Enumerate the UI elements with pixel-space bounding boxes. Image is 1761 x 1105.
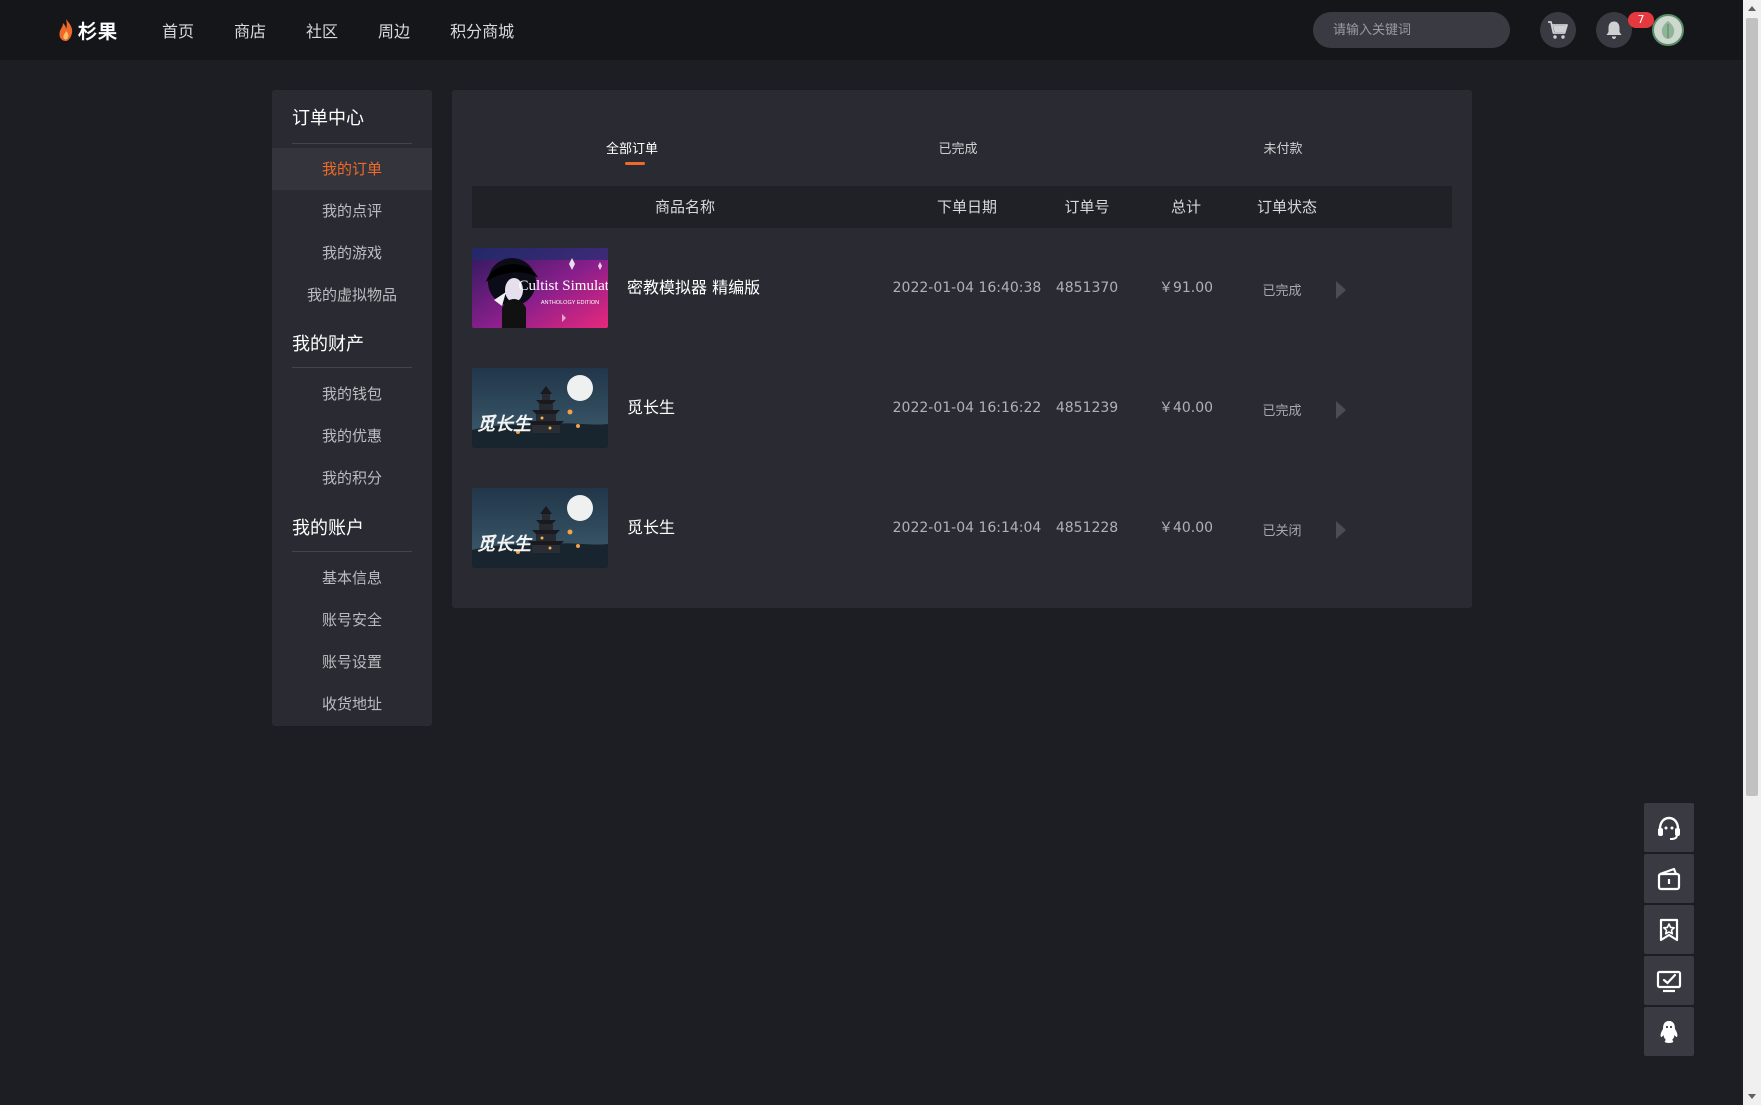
wallet-icon (1657, 867, 1681, 890)
sidebar-heading-order-center: 订单中心 (292, 108, 364, 129)
site-logo[interactable]: 杉果 (58, 16, 118, 44)
sidebar-item-my-reviews[interactable]: 我的点评 (272, 190, 432, 232)
orders-table-header: 商品名称 下单日期 订单号 总计 订单状态 (472, 186, 1452, 228)
order-row[interactable]: 觅长生 觅长生 2022-01-04 16:16:22 4851239 ￥40.… (472, 368, 1452, 448)
order-date: 2022-01-04 16:16:22 (892, 400, 1042, 416)
product-name[interactable]: 觅长生 (627, 488, 675, 568)
sidebar-item-my-virtual-items[interactable]: 我的虚拟物品 (272, 274, 432, 316)
search-box (1313, 12, 1510, 48)
qq-penguin-icon (1660, 1020, 1678, 1043)
order-status: 已完成 (1262, 404, 1302, 419)
thumbnail-title-text: 觅长生 (477, 534, 533, 555)
nav-store[interactable]: 商店 (234, 18, 266, 42)
favorites-button[interactable] (1644, 905, 1694, 954)
order-date: 2022-01-04 16:40:38 (892, 280, 1042, 296)
tab-completed[interactable]: 已完成 (938, 138, 977, 157)
user-avatar[interactable] (1652, 14, 1684, 46)
scrollbar-thumb[interactable] (1746, 18, 1758, 796)
sidebar-item-account-settings[interactable]: 账号设置 (272, 641, 432, 683)
tab-all-orders[interactable]: 全部订单 (606, 138, 658, 157)
wallet-button[interactable] (1644, 854, 1694, 903)
sidebar-item-my-points[interactable]: 我的积分 (272, 457, 432, 499)
customer-service-button[interactable] (1644, 803, 1694, 852)
monitor-check-icon (1656, 970, 1682, 992)
product-name[interactable]: 密教模拟器 精编版 (627, 248, 760, 328)
product-name[interactable]: 觅长生 (627, 368, 675, 448)
order-row[interactable]: Cultist Simulator ANTHOLOGY EDITION 密教模拟… (472, 248, 1452, 328)
order-total: ￥91.00 (1158, 280, 1214, 296)
column-header-order-no: 订单号 (1064, 198, 1110, 216)
column-header-status: 订单状态 (1256, 198, 1318, 216)
sidebar-item-account-security[interactable]: 账号安全 (272, 599, 432, 641)
notification-badge: 7 (1628, 12, 1654, 28)
column-header-total: 总计 (1170, 198, 1202, 216)
logo-text: 杉果 (78, 20, 119, 43)
cart-icon (1548, 21, 1568, 39)
tab-unpaid[interactable]: 未付款 (1263, 138, 1302, 157)
orders-panel: 全部订单 已完成 未付款 商品名称 下单日期 订单号 总计 订单状态 Culti… (452, 90, 1472, 608)
order-total: ￥40.00 (1158, 400, 1214, 416)
order-detail-arrow-icon[interactable] (1336, 401, 1346, 419)
order-number: 4851239 (1055, 400, 1119, 416)
order-detail-arrow-icon[interactable] (1336, 281, 1346, 299)
sidebar-item-shipping-address[interactable]: 收货地址 (272, 683, 432, 725)
sidebar-item-basic-info[interactable]: 基本信息 (272, 557, 432, 599)
page-scrollbar[interactable] (1743, 0, 1761, 1105)
scroll-down-arrow-icon[interactable] (1748, 1094, 1756, 1099)
order-number: 4851228 (1055, 520, 1119, 536)
order-date: 2022-01-04 16:14:04 (892, 520, 1042, 536)
sidebar-divider (292, 551, 412, 552)
sidebar-item-my-wallet[interactable]: 我的钱包 (272, 373, 432, 415)
active-tab-indicator (625, 162, 645, 165)
column-header-date: 下单日期 (936, 198, 998, 216)
order-status: 已完成 (1262, 284, 1302, 299)
scroll-up-arrow-icon[interactable] (1748, 6, 1756, 11)
thumbnail-title-text: Cultist Simulator (519, 278, 608, 294)
sidebar-item-my-orders[interactable]: 我的订单 (272, 148, 432, 190)
order-number: 4851370 (1055, 280, 1119, 296)
order-row[interactable]: 觅长生 觅长生 2022-01-04 16:14:04 4851228 ￥40.… (472, 488, 1452, 568)
headset-icon (1658, 816, 1680, 840)
feedback-button[interactable] (1644, 956, 1694, 1005)
sidebar-heading-my-assets: 我的财产 (292, 334, 364, 355)
sidebar-divider (292, 367, 412, 368)
product-thumbnail[interactable]: 觅长生 (472, 488, 608, 568)
bell-icon (1606, 21, 1622, 39)
sidebar-divider (292, 143, 412, 144)
order-status: 已关闭 (1262, 524, 1302, 539)
cart-button[interactable] (1540, 12, 1576, 48)
account-sidebar: 订单中心 我的订单 我的点评 我的游戏 我的虚拟物品 我的财产 我的钱包 我的优… (272, 90, 432, 726)
notification-button[interactable] (1596, 12, 1632, 48)
product-thumbnail[interactable]: Cultist Simulator ANTHOLOGY EDITION (472, 248, 608, 328)
order-total: ￥40.00 (1158, 520, 1214, 536)
bookmark-star-icon (1659, 918, 1679, 941)
order-detail-arrow-icon[interactable] (1336, 521, 1346, 539)
avatar-leaf-icon (1661, 21, 1675, 39)
flame-logo-icon (59, 19, 73, 41)
main-nav: 首页 商店 社区 周边 积分商城 (162, 0, 514, 60)
top-navigation-bar: 杉果 首页 商店 社区 周边 积分商城 7 (0, 0, 1743, 60)
sidebar-item-my-games[interactable]: 我的游戏 (272, 232, 432, 274)
nav-home[interactable]: 首页 (162, 18, 194, 42)
thumbnail-subtitle-text: ANTHOLOGY EDITION (541, 300, 599, 306)
sidebar-item-my-coupons[interactable]: 我的优惠 (272, 415, 432, 457)
column-header-product: 商品名称 (654, 198, 716, 216)
sidebar-heading-my-account: 我的账户 (292, 518, 364, 539)
nav-merch[interactable]: 周边 (378, 18, 410, 42)
floating-toolbar (1644, 803, 1694, 1056)
search-input[interactable] (1333, 22, 1503, 38)
nav-community[interactable]: 社区 (306, 18, 338, 42)
nav-points-mall[interactable]: 积分商城 (450, 18, 514, 42)
qq-contact-button[interactable] (1644, 1007, 1694, 1056)
thumbnail-title-text: 觅长生 (477, 414, 533, 435)
product-thumbnail[interactable]: 觅长生 (472, 368, 608, 448)
